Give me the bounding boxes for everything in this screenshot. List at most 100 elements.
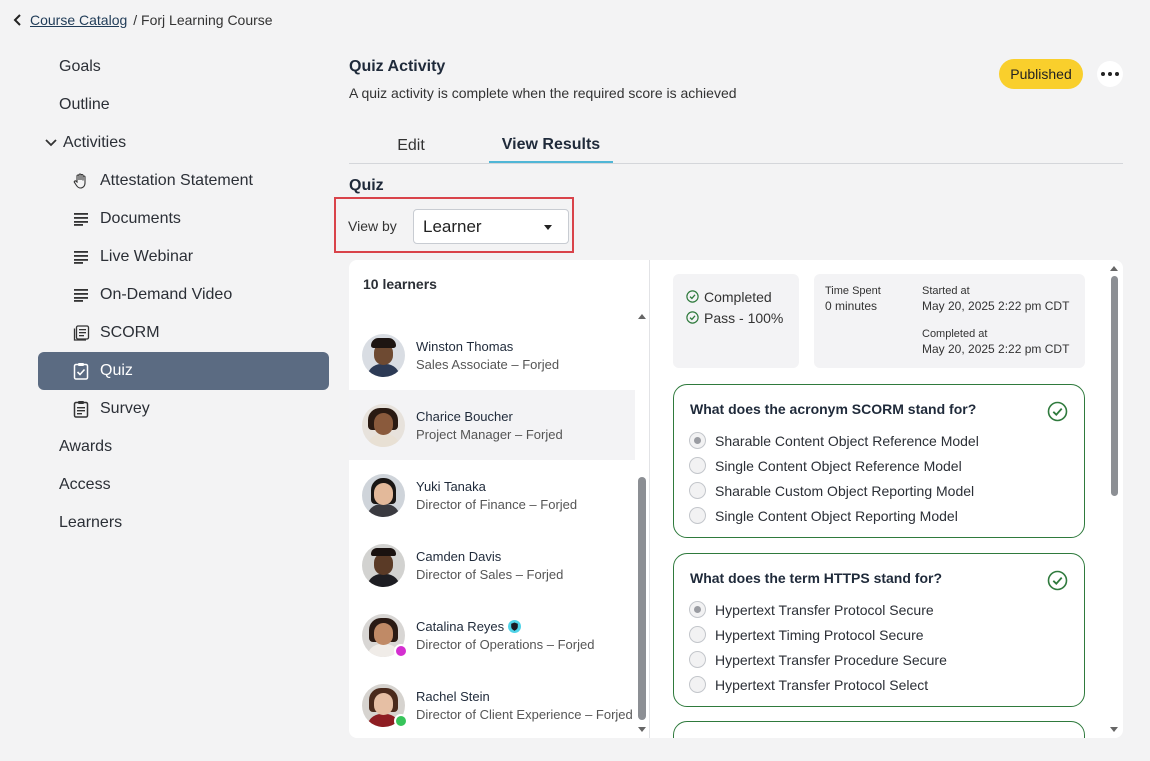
breadcrumb-current: / Forj Learning Course: [133, 12, 273, 28]
scorm-icon: [72, 324, 90, 342]
sidebar-group-label: Activities: [63, 134, 127, 151]
sidebar-item-awards[interactable]: Awards: [38, 428, 329, 466]
sidebar-group-activities[interactable]: Activities: [38, 124, 329, 162]
scroll-thumb[interactable]: [638, 477, 646, 720]
completion-status: Completed: [704, 288, 772, 305]
sidebar-item-label: Quiz: [100, 362, 133, 379]
learner-row[interactable]: Winston Thomas Sales Associate – Forjed: [349, 320, 635, 390]
avatar: [362, 543, 405, 587]
answer-label: Hypertext Transfer Procedure Secure: [715, 651, 947, 668]
answer-label: Single Content Object Reporting Model: [715, 507, 958, 524]
learner-name: Winston Thomas: [416, 338, 514, 354]
caret-down-icon: [544, 225, 552, 230]
dot-icon: [1108, 72, 1112, 76]
chevron-down-icon: [45, 139, 57, 147]
scroll-up-icon[interactable]: [638, 314, 646, 319]
learner-row[interactable]: Rachel Stein Director of Client Experien…: [349, 670, 635, 738]
radio[interactable]: [689, 651, 706, 668]
award-badge-icon: [394, 643, 408, 658]
answer-label: Hypertext Timing Protocol Secure: [715, 626, 924, 643]
hand-icon: [72, 172, 90, 190]
sidebar-item-on-demand-video[interactable]: On-Demand Video: [38, 276, 329, 314]
sidebar-item-survey[interactable]: Survey: [38, 390, 329, 428]
check-circle-icon: [1047, 401, 1068, 422]
time-spent-label: Time Spent: [825, 285, 881, 297]
radio[interactable]: [689, 457, 706, 474]
learner-scrollbar[interactable]: [637, 312, 647, 736]
sidebar-item-access[interactable]: Access: [38, 466, 329, 504]
clipboard-list-icon: [72, 400, 90, 418]
answer-option[interactable]: Single Content Object Reference Model: [689, 453, 979, 478]
status-badge[interactable]: Published: [999, 59, 1083, 89]
check-circle-icon: [686, 290, 699, 303]
learner-row[interactable]: Yuki Tanaka Director of Finance – Forjed: [349, 460, 635, 530]
check-circle-icon: [686, 311, 699, 324]
avatar: [362, 683, 408, 728]
result-detail: Completed Pass - 100% Time Spent 0 minut…: [651, 260, 1123, 738]
results-panel: 10 learners Winston Thomas Sales Associa…: [349, 260, 1123, 738]
sidebar-item-documents[interactable]: Documents: [38, 200, 329, 238]
breadcrumb-link-course-catalog[interactable]: Course Catalog: [30, 12, 127, 28]
answer-options: Sharable Content Object Reference Model …: [689, 428, 979, 528]
sidebar-item-label: Survey: [100, 400, 150, 417]
sidebar-item-live-webinar[interactable]: Live Webinar: [38, 238, 329, 276]
radio[interactable]: [689, 676, 706, 693]
learner-row[interactable]: Catalina Reyes Director of Operations – …: [349, 600, 635, 670]
sidebar-item-learners[interactable]: Learners: [38, 504, 329, 542]
check-circle-icon: [1047, 570, 1068, 591]
answer-option[interactable]: Sharable Content Object Reference Model: [689, 428, 979, 453]
learner-role: Sales Associate – Forjed: [416, 356, 560, 372]
chevron-left-icon[interactable]: [12, 13, 24, 27]
scroll-thumb[interactable]: [1111, 276, 1118, 496]
score-status: Pass - 100%: [704, 309, 784, 326]
time-card: Time Spent 0 minutes Started at May 20, …: [814, 274, 1085, 368]
learner-name: Charice Boucher: [416, 408, 513, 424]
sidebar-item-attestation[interactable]: Attestation Statement: [38, 162, 329, 200]
answer-option[interactable]: Sharable Custom Object Reporting Model: [689, 478, 979, 503]
sidebar-item-outline[interactable]: Outline: [38, 86, 329, 124]
answer-option[interactable]: Hypertext Transfer Procedure Secure: [689, 647, 947, 672]
learner-name-row: Catalina Reyes: [416, 619, 594, 634]
learner-role: Director of Sales – Forjed: [416, 566, 564, 582]
view-by-label: View by: [348, 218, 397, 234]
learner-row[interactable]: Charice Boucher Project Manager – Forjed: [349, 390, 635, 460]
completed-label: Completed at: [922, 328, 988, 340]
learner-role: Project Manager – Forjed: [416, 426, 563, 442]
answer-label: Sharable Custom Object Reporting Model: [715, 482, 975, 499]
scroll-up-icon[interactable]: [1110, 266, 1118, 271]
learner-name: Rachel Stein: [416, 688, 490, 704]
radio-selected[interactable]: [689, 432, 706, 449]
answer-option[interactable]: Hypertext Transfer Protocol Select: [689, 672, 947, 697]
clipboard-check-icon: [72, 362, 90, 380]
question-card: What does the acronym SCORM stand for? S…: [673, 384, 1085, 538]
scroll-down-icon[interactable]: [1110, 727, 1118, 732]
sidebar-item-label: Attestation Statement: [100, 172, 253, 189]
answer-option[interactable]: Hypertext Timing Protocol Secure: [689, 622, 947, 647]
sidebar-item-quiz[interactable]: Quiz: [38, 352, 329, 390]
learner-role: Director of Finance – Forjed: [416, 496, 578, 512]
avatar: [362, 403, 405, 447]
sidebar-item-label: On-Demand Video: [100, 286, 233, 303]
radio[interactable]: [689, 507, 706, 524]
learner-name: Camden Davis: [416, 548, 502, 564]
radio-selected[interactable]: [689, 601, 706, 618]
tab-view-results[interactable]: View Results: [489, 128, 613, 163]
question-text: What does the term HTTPS stand for?: [690, 570, 943, 586]
learner-role: Director of Operations – Forjed: [416, 636, 595, 652]
view-by-select[interactable]: Learner: [413, 209, 569, 244]
detail-scrollbar[interactable]: [1108, 264, 1120, 736]
radio[interactable]: [689, 626, 706, 643]
scroll-down-icon[interactable]: [638, 727, 646, 732]
tab-edit[interactable]: Edit: [349, 128, 473, 163]
radio[interactable]: [689, 482, 706, 499]
more-options-button[interactable]: [1097, 61, 1123, 87]
answer-option[interactable]: Single Content Object Reporting Model: [689, 503, 979, 528]
answer-option[interactable]: Hypertext Transfer Protocol Secure: [689, 597, 947, 622]
started-value: May 20, 2025 2:22 pm CDT: [922, 299, 1070, 313]
sidebar-item-scorm[interactable]: SCORM: [38, 314, 329, 352]
completed-value: May 20, 2025 2:22 pm CDT: [922, 342, 1070, 356]
shield-icon: [508, 619, 522, 633]
sidebar-item-goals[interactable]: Goals: [38, 48, 329, 86]
question-card: What does the term HTTPS stand for? Hype…: [673, 553, 1085, 707]
learner-row[interactable]: Camden Davis Director of Sales – Forjed: [349, 530, 635, 600]
